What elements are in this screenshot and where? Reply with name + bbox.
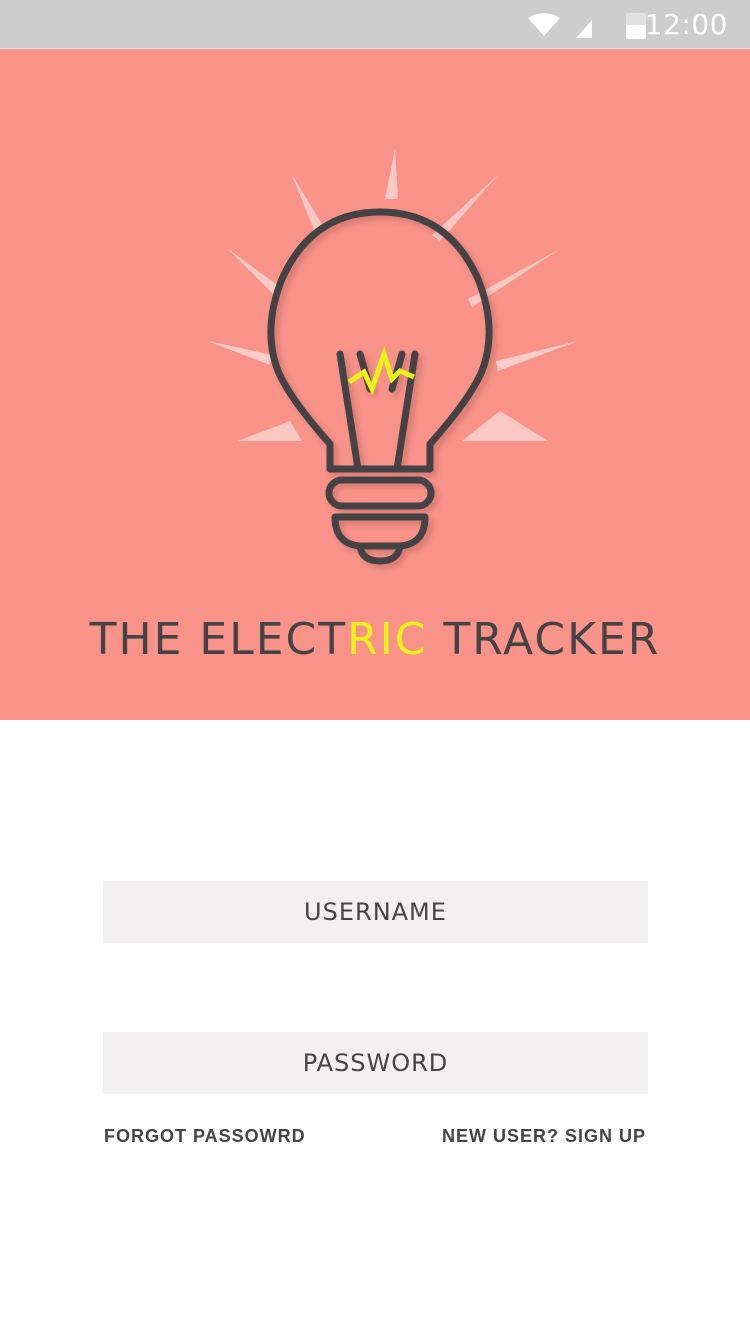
signal-icon <box>576 20 592 38</box>
title-highlight: RIC <box>347 614 428 665</box>
username-field[interactable] <box>103 881 648 943</box>
forgot-password-link[interactable]: FORGOT PASSOWRD <box>104 1126 306 1147</box>
light-rays <box>208 149 578 441</box>
status-time: 12:00 <box>644 8 728 41</box>
hero-banner: THE ELECTRIC TRACKER <box>0 49 750 720</box>
wifi-icon <box>528 13 560 36</box>
battery-icon <box>626 13 646 39</box>
lightbulb-icon <box>208 149 578 565</box>
app-title: THE ELECTRIC TRACKER <box>89 614 661 665</box>
password-field[interactable] <box>103 1032 648 1094</box>
signup-link[interactable]: NEW USER? SIGN UP <box>442 1126 646 1147</box>
status-bar: 12:00 <box>0 0 750 49</box>
